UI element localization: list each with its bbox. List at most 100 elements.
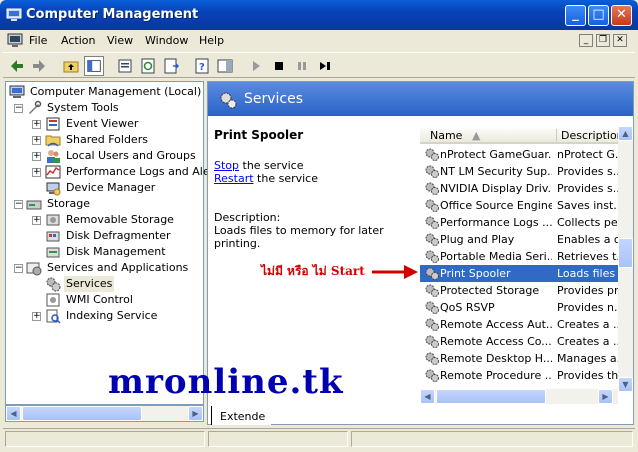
tree-label: Device Manager [66, 181, 156, 194]
tree-label: Services [64, 276, 115, 292]
restart-service-link[interactable]: Restart [214, 172, 254, 185]
tree-label: Storage [47, 197, 91, 210]
scroll-left-button[interactable]: ◀ [6, 406, 21, 421]
mdi-restore-button[interactable]: ❐ [596, 34, 610, 47]
table-row[interactable]: Portable Media Seri... Retrieves t... [420, 248, 618, 265]
device-manager-icon [46, 182, 61, 196]
expand-toggle[interactable]: + [32, 120, 41, 129]
table-row[interactable]: QoS RSVP Provides n... [420, 299, 618, 316]
table-row[interactable]: Remote Access Co... Creates a ... [420, 333, 618, 350]
tree-label: Local Users and Groups [66, 149, 196, 162]
service-name: Protected Storage [440, 284, 540, 297]
list-vertical-scrollbar[interactable]: ▲ ▼ [618, 126, 633, 392]
table-row[interactable]: nProtect GameGuar... nProtect G... [420, 146, 618, 163]
expand-toggle[interactable]: + [32, 168, 41, 177]
table-row[interactable]: Remote Desktop H... Manages a... [420, 350, 618, 367]
up-folder-icon[interactable] [61, 56, 81, 76]
description-label: Description: [214, 211, 281, 224]
table-row[interactable]: Remote Access Aut... Creates a ... [420, 316, 618, 333]
wmi-icon [46, 293, 60, 307]
status-cell [351, 431, 633, 447]
shared-folder-icon [45, 135, 61, 147]
collapse-toggle[interactable]: − [14, 264, 23, 273]
play-icon[interactable] [246, 56, 266, 76]
services-apps-icon [26, 262, 42, 276]
properties-icon[interactable] [115, 56, 135, 76]
export-list-icon[interactable] [161, 56, 181, 76]
close-button[interactable]: ✕ [611, 5, 632, 26]
service-description: Provides th... [557, 369, 618, 382]
users-icon [47, 150, 60, 163]
window-title: Computer Management [26, 7, 199, 22]
service-description: Creates a ... [557, 335, 618, 348]
table-row[interactable]: Protected Storage Provides pr... [420, 282, 618, 299]
services-header-title: Services [244, 91, 304, 107]
menu-help[interactable]: Help [199, 34, 224, 47]
table-row[interactable]: Print Spooler Loads files ... [420, 265, 618, 282]
pause-icon[interactable] [292, 56, 312, 76]
list-horizontal-scrollbar[interactable]: ◀ ▶ [420, 389, 618, 404]
tree-horizontal-scrollbar[interactable]: ◀ ▶ [5, 405, 204, 422]
refresh-icon[interactable] [138, 56, 158, 76]
description-text: Loads files to memory for later printing… [214, 224, 384, 250]
table-row[interactable]: NT LM Security Sup... Provides s... [420, 163, 618, 180]
scroll-right-button[interactable]: ▶ [598, 389, 613, 404]
scroll-right-button[interactable]: ▶ [188, 406, 203, 421]
services-list[interactable]: Name ▲ Description nProtect GameGuar... n… [420, 120, 633, 406]
help-icon[interactable]: ? [192, 56, 212, 76]
menu-bar: File Action View Window Help _ ❐ ✕ [3, 31, 635, 51]
indexing-icon [46, 309, 61, 324]
scroll-up-button[interactable]: ▲ [618, 126, 633, 141]
storage-icon [26, 200, 42, 210]
gear-icon [220, 92, 237, 109]
menu-view[interactable]: View [107, 34, 133, 47]
mdi-close-button[interactable]: ✕ [613, 34, 627, 47]
column-header-name[interactable]: Name [430, 129, 462, 142]
table-row[interactable]: Office Source Engine Saves inst... [420, 197, 618, 214]
status-cell [5, 431, 205, 447]
expand-toggle[interactable]: + [32, 312, 41, 321]
scroll-thumb[interactable] [618, 238, 633, 268]
scroll-thumb[interactable] [436, 389, 546, 404]
table-row[interactable]: Performance Logs ... Collects pe... [420, 214, 618, 231]
expand-toggle[interactable]: + [32, 152, 41, 161]
console-tree[interactable]: Computer Management (Local) − System Too… [5, 81, 224, 405]
back-icon[interactable] [7, 56, 27, 76]
performance-icon [45, 165, 61, 179]
service-description: Manages a... [557, 352, 618, 365]
mdi-minimize-button[interactable]: _ [579, 34, 593, 47]
collapse-toggle[interactable]: − [14, 200, 23, 209]
service-description: Provides s... [557, 165, 618, 178]
selected-service-title: Print Spooler [214, 128, 304, 142]
title-bar[interactable]: Computer Management _ □ ✕ [0, 0, 638, 30]
column-header-description[interactable]: Description [556, 129, 624, 142]
expand-toggle[interactable]: + [32, 216, 41, 225]
stop-service-link[interactable]: Stop [214, 159, 239, 172]
menu-action[interactable]: Action [61, 34, 95, 47]
table-row[interactable]: NVIDIA Display Driv... Provides s... [420, 180, 618, 197]
collapse-toggle[interactable]: − [14, 104, 23, 113]
maximize-button[interactable]: □ [588, 5, 609, 26]
service-name: Portable Media Seri... [440, 250, 552, 263]
extended-tab-label: Extende [220, 410, 266, 423]
forward-icon[interactable] [29, 56, 49, 76]
table-row[interactable]: Plug and Play Enables a c... [420, 231, 618, 248]
show-tree-icon[interactable] [84, 56, 104, 76]
extended-tab[interactable]: Extende [211, 406, 271, 425]
expand-toggle[interactable]: + [32, 136, 41, 145]
description-icon[interactable] [215, 56, 235, 76]
service-name: NVIDIA Display Driv... [440, 182, 552, 195]
mmc-document-icon[interactable] [7, 33, 23, 48]
minimize-button[interactable]: _ [565, 5, 586, 26]
gear-icon [425, 335, 439, 348]
scroll-down-button[interactable]: ▼ [618, 377, 633, 392]
scroll-left-button[interactable]: ◀ [420, 389, 435, 404]
tree-label: Disk Defragmenter [66, 229, 171, 242]
sort-arrow-icon: ▲ [472, 129, 481, 142]
stop-icon[interactable] [269, 56, 289, 76]
scroll-thumb[interactable] [22, 406, 142, 421]
menu-file[interactable]: File [29, 34, 47, 47]
menu-window[interactable]: Window [145, 34, 188, 47]
table-row[interactable]: Remote Procedure ... Provides th... [420, 367, 618, 384]
restart-icon[interactable] [315, 56, 335, 76]
